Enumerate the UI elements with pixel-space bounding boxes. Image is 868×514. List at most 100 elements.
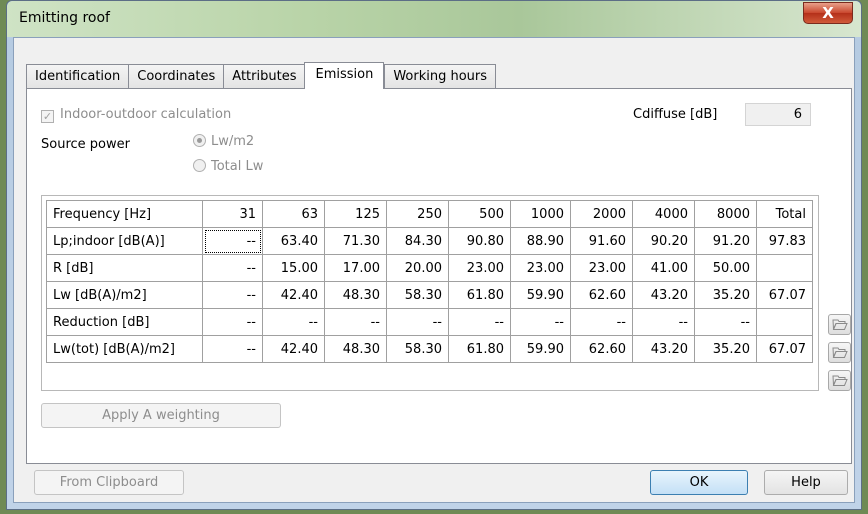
grid-cell[interactable]: 58.30 (386, 281, 449, 309)
open-reduction-file-button[interactable] (828, 370, 851, 391)
grid-cell[interactable]: 63.40 (262, 227, 325, 255)
grid-header-cell: 2000 (570, 200, 633, 228)
grid-cell[interactable]: 23.00 (510, 254, 571, 282)
ok-button[interactable]: OK (650, 470, 748, 495)
grid-header-cell: 1000 (510, 200, 571, 228)
grid-header-row: Frequency [Hz] 31 63 125 250 500 1000 20… (46, 200, 813, 228)
grid-cell[interactable]: 43.20 (632, 281, 695, 309)
grid-cell[interactable]: 23.00 (570, 254, 633, 282)
grid-cell[interactable]: -- (202, 281, 263, 309)
grid-cell[interactable]: 42.40 (262, 335, 325, 363)
grid-cell[interactable]: 62.60 (570, 281, 633, 309)
grid-cell[interactable]: 58.30 (386, 335, 449, 363)
grid-cell[interactable]: -- (262, 308, 325, 336)
radio-lw-m2-row[interactable]: Lw/m2 (193, 134, 254, 149)
tab-working-hours[interactable]: Working hours (384, 64, 497, 89)
grid-cell[interactable]: 48.30 (324, 281, 387, 309)
grid-cell[interactable]: -- (202, 254, 263, 282)
grid-cell[interactable]: -- (202, 335, 263, 363)
grid-row-lp-indoor: Lp;indoor [dB(A)] -- 63.40 71.30 84.30 9… (46, 227, 813, 255)
folder-open-icon (832, 375, 848, 386)
grid-cell[interactable]: -- (202, 308, 263, 336)
indoor-outdoor-label: Indoor-outdoor calculation (60, 107, 232, 122)
grid-cell[interactable]: 23.00 (448, 254, 511, 282)
grid-header-cell: 4000 (632, 200, 695, 228)
grid-header-cell: Total (756, 200, 813, 228)
grid-cell[interactable]: -- (632, 308, 695, 336)
grid-cell[interactable]: 90.20 (632, 227, 695, 255)
grid-row-label: Lw [dB(A)/m2] (46, 281, 203, 309)
radio-lw-m2[interactable] (193, 134, 206, 147)
grid-cell[interactable]: 15.00 (262, 254, 325, 282)
grid-cell[interactable]: -- (386, 308, 449, 336)
grid-cell[interactable]: 88.90 (510, 227, 571, 255)
grid-cell[interactable]: 84.30 (386, 227, 449, 255)
grid-cell[interactable]: 71.30 (324, 227, 387, 255)
grid-row-r: R [dB] -- 15.00 17.00 20.00 23.00 23.00 … (46, 254, 813, 282)
open-lw-file-button[interactable] (828, 342, 851, 363)
emission-tab-pane: ✓ Indoor-outdoor calculation Cdiffuse [dB… (26, 88, 852, 464)
apply-a-weighting-button[interactable]: Apply A weighting (41, 403, 281, 428)
grid-cell[interactable]: 61.80 (448, 281, 511, 309)
grid-cell[interactable]: 59.90 (510, 281, 571, 309)
spectrum-grid-frame: Frequency [Hz] 31 63 125 250 500 1000 20… (41, 195, 819, 391)
dialog-window: Emitting roof X Identification Coordinat… (6, 0, 862, 510)
tab-attributes[interactable]: Attributes (223, 64, 305, 89)
close-button[interactable]: X (803, 2, 853, 24)
grid-cell[interactable]: -- (448, 308, 511, 336)
spectrum-grid: Frequency [Hz] 31 63 125 250 500 1000 20… (46, 200, 813, 363)
folder-open-icon (832, 347, 848, 358)
grid-header-cell: 125 (324, 200, 387, 228)
grid-cell[interactable]: -- (570, 308, 633, 336)
dialog-client-area: Identification Coordinates Attributes Em… (13, 37, 855, 503)
tab-emission[interactable]: Emission (304, 62, 385, 89)
grid-cell[interactable]: 62.60 (570, 335, 633, 363)
grid-row-lw-tot: Lw(tot) [dB(A)/m2] -- 42.40 48.30 58.30 … (46, 335, 813, 363)
grid-cell[interactable]: -- (202, 227, 263, 255)
radio-total-lw-label: Total Lw (211, 159, 264, 174)
grid-cell[interactable]: 48.30 (324, 335, 387, 363)
grid-cell[interactable]: -- (324, 308, 387, 336)
grid-cell[interactable]: 61.80 (448, 335, 511, 363)
grid-cell[interactable]: 20.00 (386, 254, 449, 282)
indoor-outdoor-checkbox-row[interactable]: ✓ Indoor-outdoor calculation (41, 107, 231, 123)
indoor-outdoor-checkbox[interactable]: ✓ (41, 110, 54, 123)
tab-coordinates[interactable]: Coordinates (128, 64, 224, 89)
grid-cell[interactable]: 91.60 (570, 227, 633, 255)
grid-cell[interactable]: 43.20 (632, 335, 695, 363)
grid-row-lw: Lw [dB(A)/m2] -- 42.40 48.30 58.30 61.80… (46, 281, 813, 309)
grid-cell[interactable]: 35.20 (694, 335, 757, 363)
grid-cell[interactable]: -- (510, 308, 571, 336)
grid-cell[interactable]: 42.40 (262, 281, 325, 309)
grid-cell[interactable]: 50.00 (694, 254, 757, 282)
grid-row-reduction: Reduction [dB] -- -- -- -- -- -- -- -- -… (46, 308, 813, 336)
help-button[interactable]: Help (764, 470, 848, 495)
grid-cell (756, 254, 813, 282)
grid-cell[interactable]: 17.00 (324, 254, 387, 282)
open-r-file-button[interactable] (828, 314, 851, 335)
radio-total-lw[interactable] (193, 159, 206, 172)
grid-cell (756, 308, 813, 336)
grid-cell[interactable]: 35.20 (694, 281, 757, 309)
grid-header-cell: 31 (202, 200, 263, 228)
tab-identification[interactable]: Identification (26, 64, 129, 89)
from-clipboard-button[interactable]: From Clipboard (34, 470, 184, 495)
grid-row-label: Lp;indoor [dB(A)] (46, 227, 203, 255)
radio-total-lw-row[interactable]: Total Lw (193, 159, 263, 174)
grid-cell[interactable]: 59.90 (510, 335, 571, 363)
grid-header-cell: Frequency [Hz] (46, 200, 203, 228)
radio-lw-m2-label: Lw/m2 (211, 134, 255, 149)
grid-row-label: R [dB] (46, 254, 203, 282)
grid-header-cell: 250 (386, 200, 449, 228)
grid-cell[interactable]: -- (694, 308, 757, 336)
grid-header-cell: 63 (262, 200, 325, 228)
cdiffuse-input[interactable]: 6 (745, 103, 811, 126)
grid-cell[interactable]: 90.80 (448, 227, 511, 255)
grid-cell: 67.07 (756, 281, 813, 309)
grid-cell[interactable]: 91.20 (694, 227, 757, 255)
dialog-title: Emitting roof (19, 10, 110, 26)
title-bar[interactable]: Emitting roof X (7, 1, 861, 37)
grid-row-label: Lw(tot) [dB(A)/m2] (46, 335, 203, 363)
grid-cell[interactable]: 41.00 (632, 254, 695, 282)
cdiffuse-label: Cdiffuse [dB] (633, 107, 718, 122)
